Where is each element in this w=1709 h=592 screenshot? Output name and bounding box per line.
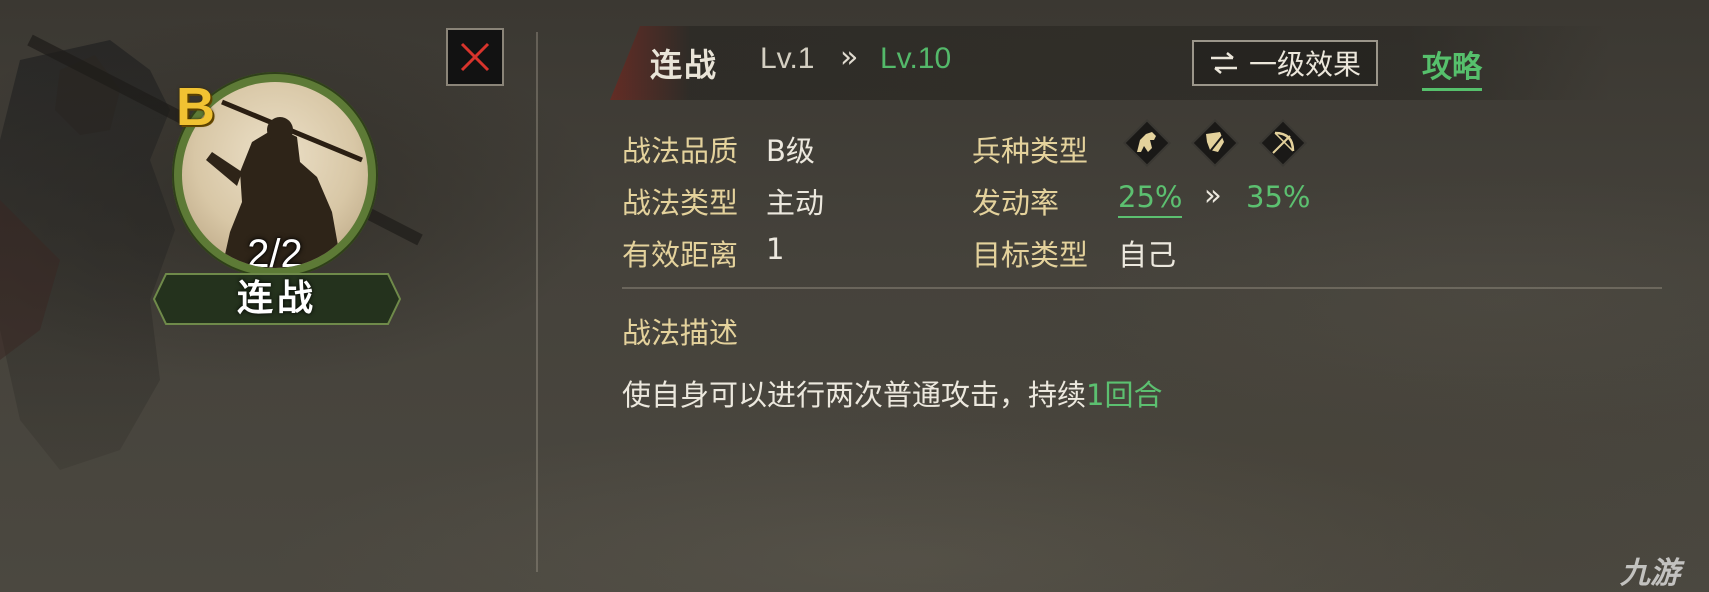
cavalry-icon xyxy=(1122,118,1172,168)
guide-link[interactable]: 攻略 xyxy=(1422,42,1482,91)
range-value: 1 xyxy=(766,232,785,266)
target-type-label: 目标类型 xyxy=(972,238,1089,272)
close-icon xyxy=(460,42,490,72)
activation-rate-min: 25% xyxy=(1118,180,1183,218)
skill-uses-count: 2/2 xyxy=(247,232,303,268)
swap-arrows-icon xyxy=(1210,52,1237,74)
skill-title: 连战 xyxy=(650,46,719,84)
archer-icon xyxy=(1258,118,1308,168)
rate-arrow-icon: » xyxy=(1204,178,1222,212)
skill-name-label: 连战 xyxy=(236,278,317,319)
description-title: 战法描述 xyxy=(622,316,739,350)
type-value: 主动 xyxy=(766,186,825,220)
activation-rate-max: 35% xyxy=(1246,180,1311,214)
description-main: 使自身可以进行两次普通攻击，持续 xyxy=(622,378,1087,412)
quality-label: 战法品质 xyxy=(622,134,739,168)
description-highlight: 1回合 xyxy=(1086,378,1163,412)
description-text: 使自身可以进行两次普通攻击，持续1回合 xyxy=(622,372,1162,414)
effect-button-label: 一级效果 xyxy=(1248,48,1361,81)
level-current: Lv.1 xyxy=(760,42,815,75)
type-label: 战法类型 xyxy=(622,186,739,220)
level-max: Lv.10 xyxy=(880,42,952,75)
level-effect-toggle-button[interactable]: 一级效果 xyxy=(1192,40,1378,86)
grade-badge: B xyxy=(176,77,215,137)
vertical-divider xyxy=(536,32,538,572)
skill-name-plate: 连战 xyxy=(152,272,402,326)
troop-type-label: 兵种类型 xyxy=(972,134,1089,168)
target-type-value: 自己 xyxy=(1118,238,1177,272)
activation-rate-label: 发动率 xyxy=(972,186,1060,220)
range-label: 有效距离 xyxy=(622,238,739,272)
horizontal-divider xyxy=(622,287,1662,289)
level-arrow-icon: » xyxy=(840,40,859,75)
watermark-logo: 九游 xyxy=(1620,556,1680,591)
quality-value: B级 xyxy=(766,134,815,168)
shield-icon xyxy=(1190,118,1240,168)
close-button[interactable] xyxy=(446,28,504,86)
